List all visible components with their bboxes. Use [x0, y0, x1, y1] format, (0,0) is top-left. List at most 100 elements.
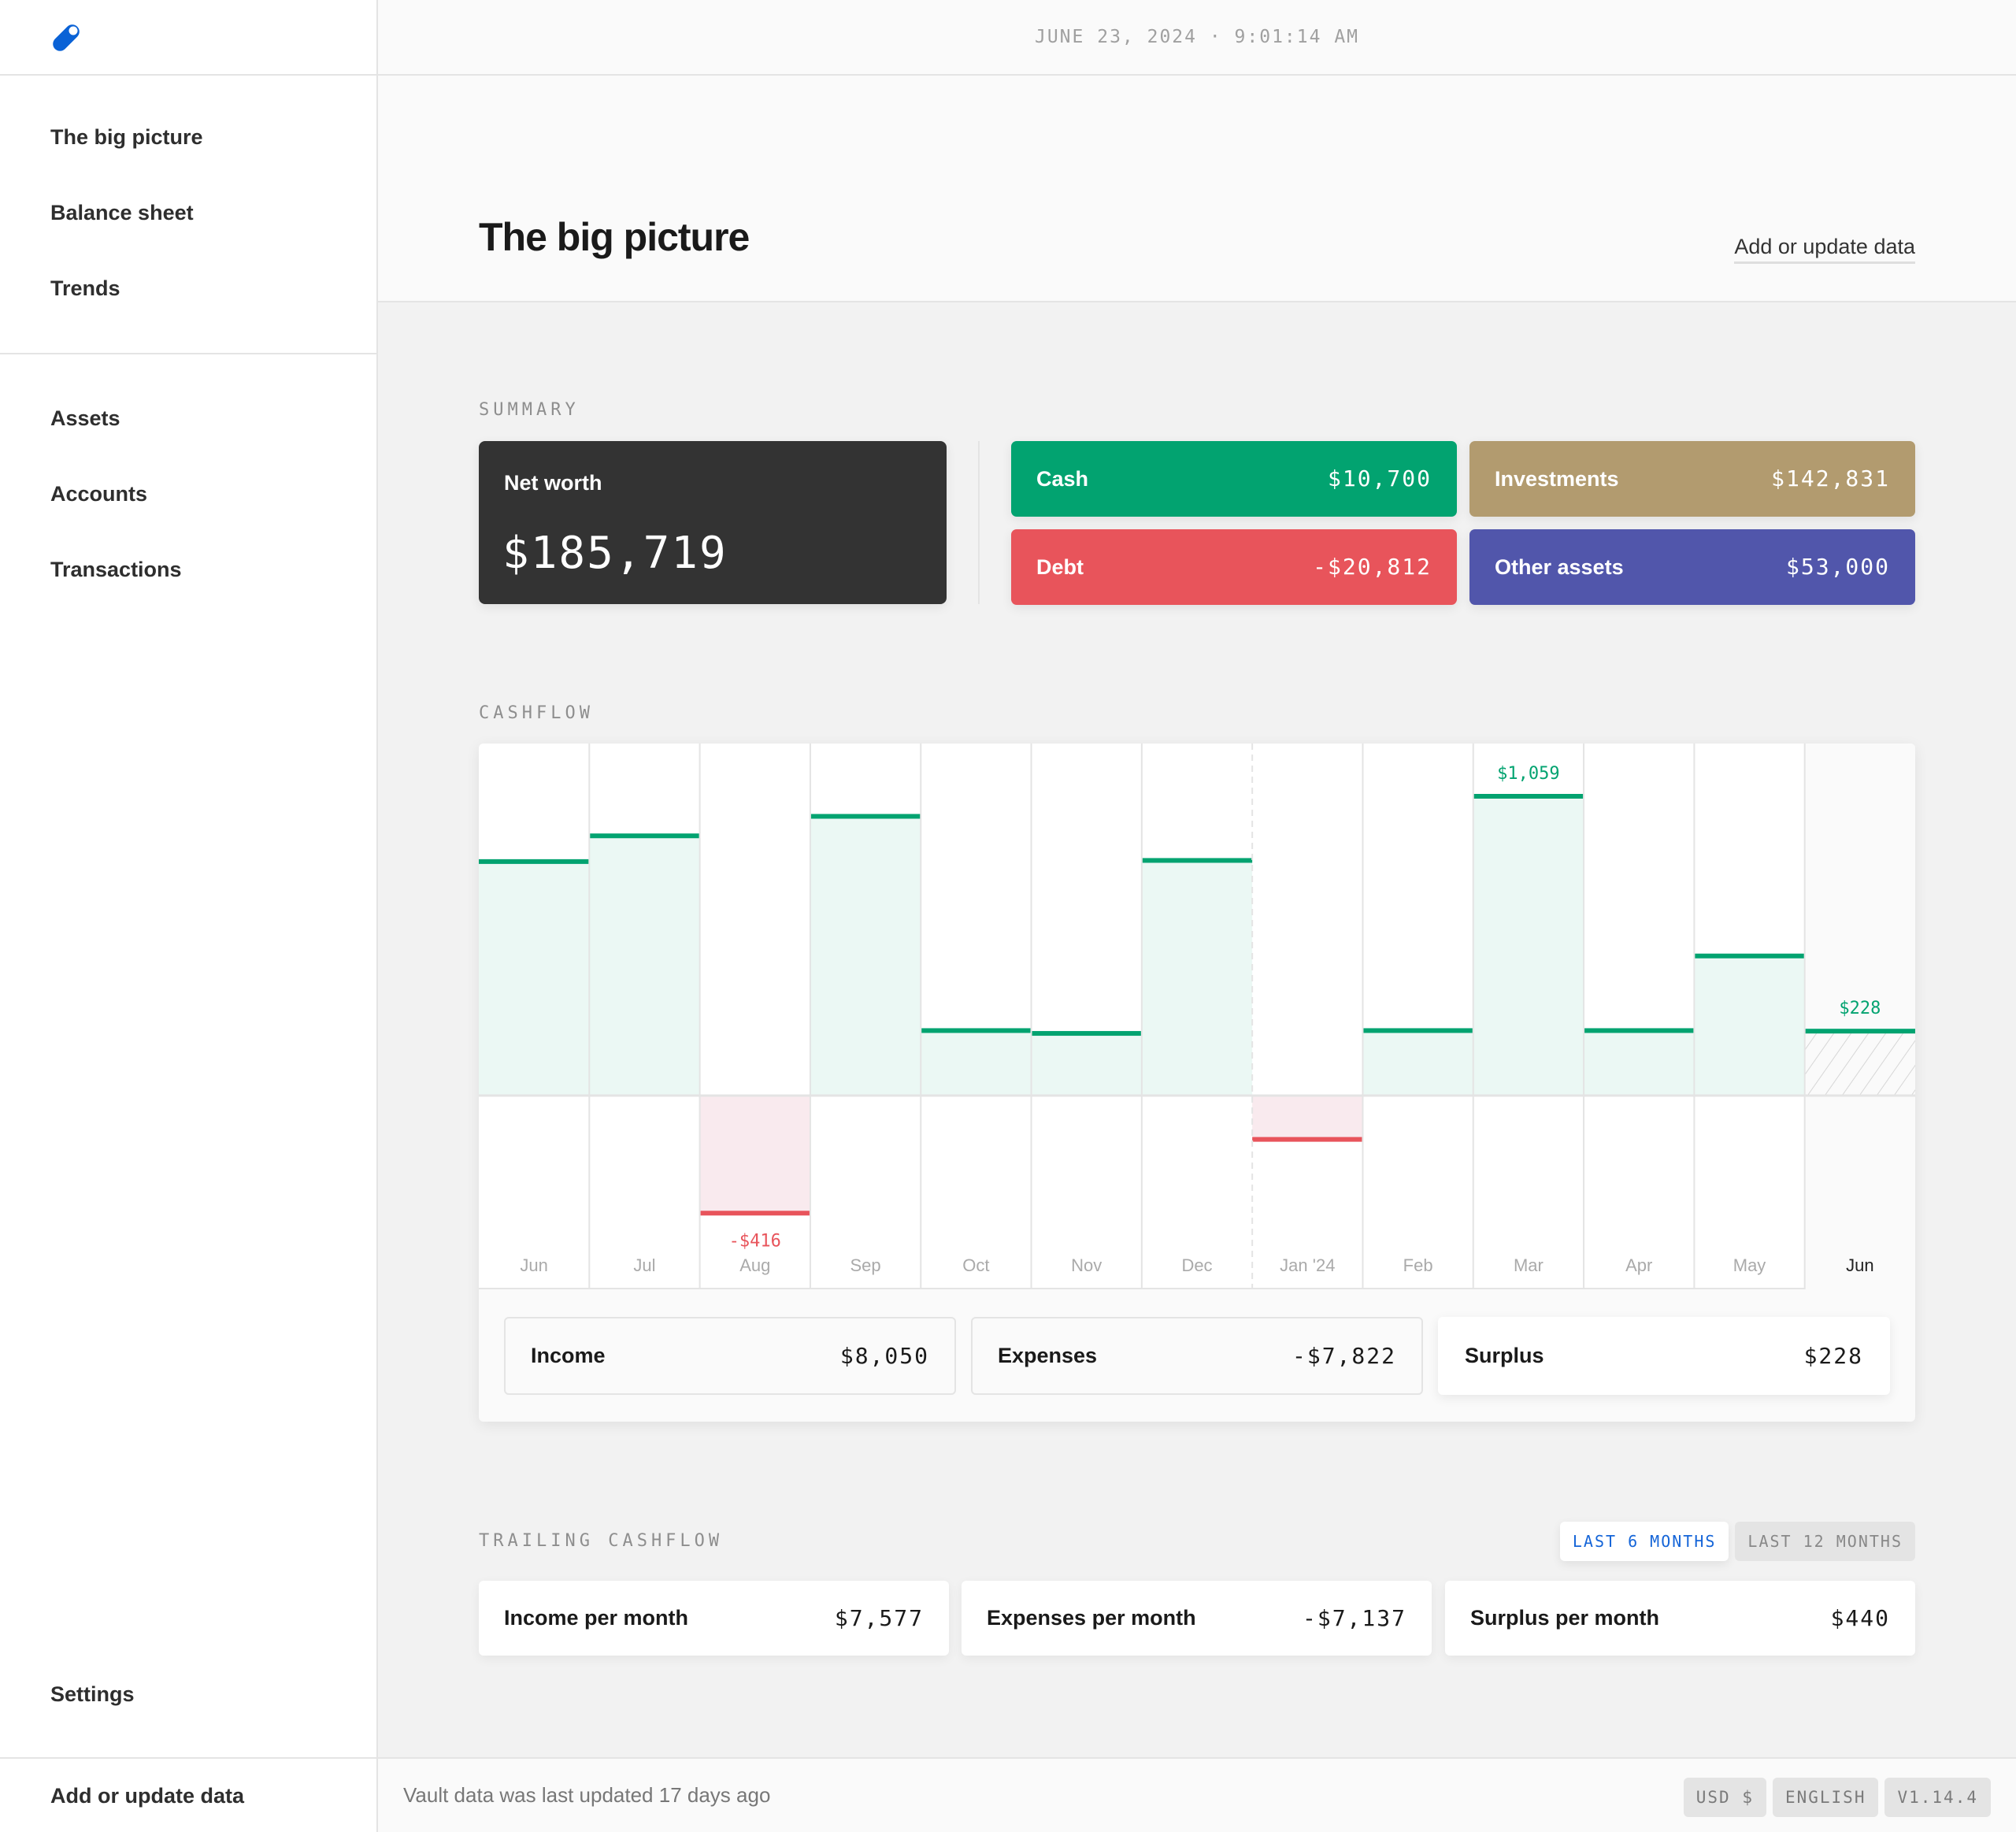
cash-label: Cash — [1036, 467, 1089, 491]
last-12-months-toggle[interactable]: LAST 12 MONTHS — [1735, 1522, 1915, 1561]
surplus-value: $228 — [1803, 1343, 1863, 1369]
sidebar: The big picture Balance sheet Trends Ass… — [0, 0, 378, 1832]
nav-item-trends[interactable]: Trends — [0, 250, 376, 326]
month-tick-label: Apr — [1625, 1255, 1652, 1275]
settings-nav: Settings — [0, 1656, 376, 1732]
nav-item-add-update-data[interactable]: Add or update data — [0, 1759, 376, 1832]
cashflow-stats: Income $8,050 Expenses -$7,822 Surplus $… — [504, 1317, 1890, 1395]
cashflow-bar-line-positive — [1031, 1031, 1142, 1037]
expenses-per-month-label: Expenses per month — [987, 1606, 1196, 1630]
expenses-value: -$7,822 — [1292, 1343, 1396, 1369]
surplus-stat[interactable]: Surplus $228 — [1438, 1317, 1890, 1395]
sidebar-footer: Add or update data — [0, 1757, 376, 1832]
expenses-label: Expenses — [998, 1344, 1098, 1367]
investments-card[interactable]: Investments $142,831 — [1469, 441, 1915, 517]
vault-status-text: Vault data was last updated 17 days ago — [403, 1783, 771, 1807]
income-value: $8,050 — [839, 1343, 929, 1369]
cash-card[interactable]: Cash $10,700 — [1011, 441, 1457, 517]
page-header: The big picture Add or update data — [378, 76, 2016, 302]
cashflow-bar-line-positive — [479, 859, 590, 864]
month-tick-label: Jul — [633, 1255, 655, 1275]
trailing-cashflow-label: Trailing cashflow — [479, 1531, 724, 1551]
month-tick-label: Mar — [1514, 1255, 1544, 1275]
cashflow-bar-line-positive — [1141, 858, 1253, 863]
version-badge: V1.14.4 — [1884, 1778, 1991, 1817]
month-tick-label: Aug — [739, 1255, 770, 1275]
income-per-month-value: $7,577 — [834, 1605, 924, 1631]
cashflow-label: Cashflow — [479, 703, 594, 723]
net-worth-value: $185,719 — [502, 528, 728, 579]
summary-label: Summary — [479, 400, 580, 420]
month-tick-label: Jun — [520, 1255, 547, 1275]
data-label: -$416 — [729, 1231, 781, 1251]
debt-card[interactable]: Debt -$20,812 — [1011, 529, 1457, 605]
month-tick-label: Feb — [1403, 1255, 1433, 1275]
month-tick-label: May — [1733, 1255, 1766, 1275]
month-tick-label: Jan '24 — [1280, 1255, 1335, 1275]
data-label: $1,059 — [1497, 764, 1559, 784]
cashflow-bar-fill — [1031, 1033, 1142, 1096]
add-update-data-link[interactable]: Add or update data — [1734, 235, 1915, 264]
income-stat[interactable]: Income $8,050 — [504, 1317, 956, 1395]
cashflow-bar-fill-projected — [1804, 1031, 1915, 1096]
cashflow-bar-fill — [1473, 796, 1584, 1096]
income-label: Income — [531, 1344, 606, 1367]
expenses-per-month-card: Expenses per month -$7,137 — [962, 1581, 1432, 1656]
data-label: $228 — [1839, 999, 1881, 1018]
cashflow-bar-line-positive — [921, 1028, 1032, 1033]
surplus-label: Surplus — [1465, 1344, 1544, 1367]
month-tick-label: Nov — [1071, 1255, 1102, 1275]
currency-badge[interactable]: USD $ — [1683, 1778, 1766, 1817]
cashflow-bar-fill — [589, 836, 700, 1096]
surplus-per-month-label: Surplus per month — [1470, 1606, 1660, 1630]
expenses-stat[interactable]: Expenses -$7,822 — [971, 1317, 1423, 1395]
cashflow-bar-line-positive — [1584, 1028, 1695, 1033]
last-6-months-toggle[interactable]: LAST 6 MONTHS — [1559, 1522, 1729, 1561]
datetime-text: JUNE 23, 2024 · 9:01:14 AM — [1034, 27, 1360, 47]
cashflow-bar-fill — [810, 816, 921, 1096]
income-per-month-card: Income per month $7,577 — [479, 1581, 949, 1656]
cashflow-bar-fill — [1694, 955, 1805, 1096]
cashflow-bar-fill — [921, 1030, 1032, 1096]
other-assets-label: Other assets — [1495, 555, 1624, 579]
month-tick-label: Oct — [962, 1255, 989, 1275]
cashflow-bar-line-positive — [1694, 953, 1805, 959]
cashflow-bar-line-positive — [1473, 794, 1584, 799]
nav-item-settings[interactable]: Settings — [0, 1656, 376, 1732]
datetime-bar: JUNE 23, 2024 · 9:01:14 AM — [378, 0, 2016, 76]
surplus-per-month-card: Surplus per month $440 — [1445, 1581, 1915, 1656]
nav-item-accounts[interactable]: Accounts — [0, 456, 376, 532]
month-tick-label: Jun — [1846, 1255, 1873, 1275]
nav-divider — [0, 353, 376, 354]
pill-logo-icon[interactable] — [49, 20, 83, 55]
cashflow-bar-line-positive — [810, 814, 921, 819]
cashflow-bar-line-positive — [1804, 1029, 1915, 1034]
cashflow-bar-fill-negative — [699, 1096, 810, 1214]
primary-nav: The big picture Balance sheet Trends — [0, 76, 376, 326]
net-worth-card[interactable]: Net worth $185,719 — [479, 441, 947, 604]
trailing-period-toggle: LAST 6 MONTHS LAST 12 MONTHS — [1559, 1522, 1915, 1561]
nav-item-big-picture[interactable]: The big picture — [0, 99, 376, 175]
cash-value: $10,700 — [1327, 465, 1432, 491]
nav-item-transactions[interactable]: Transactions — [0, 532, 376, 607]
other-assets-card[interactable]: Other assets $53,000 — [1469, 529, 1915, 605]
cashflow-bar-fill-negative — [1252, 1096, 1363, 1140]
cashflow-bar-fill — [1584, 1030, 1695, 1096]
summary-divider — [978, 441, 980, 604]
month-tick-label: Dec — [1181, 1255, 1212, 1275]
debt-value: -$20,812 — [1313, 554, 1432, 580]
page-title: The big picture — [479, 215, 750, 259]
cashflow-bar-line-negative — [699, 1211, 810, 1216]
debt-label: Debt — [1036, 555, 1084, 579]
nav-item-assets[interactable]: Assets — [0, 380, 376, 456]
investments-value: $142,831 — [1771, 465, 1890, 491]
cashflow-card: Jun Jul Aug Sep Oct Nov Dec Jan '24 Feb Mar Apr May… — [479, 744, 1915, 1422]
cashflow-bar-line-negative — [1252, 1137, 1363, 1142]
nav-item-balance-sheet[interactable]: Balance sheet — [0, 175, 376, 250]
cashflow-chart: Jun Jul Aug Sep Oct Nov Dec Jan '24 Feb Mar Apr May… — [479, 744, 1915, 1289]
cashflow-bar-fill — [1362, 1030, 1473, 1096]
month-tick-label: Sep — [850, 1255, 880, 1275]
language-badge[interactable]: ENGLISH — [1772, 1778, 1879, 1817]
cashflow-bar-fill — [1141, 860, 1253, 1096]
secondary-nav: Assets Accounts Transactions — [0, 380, 376, 607]
